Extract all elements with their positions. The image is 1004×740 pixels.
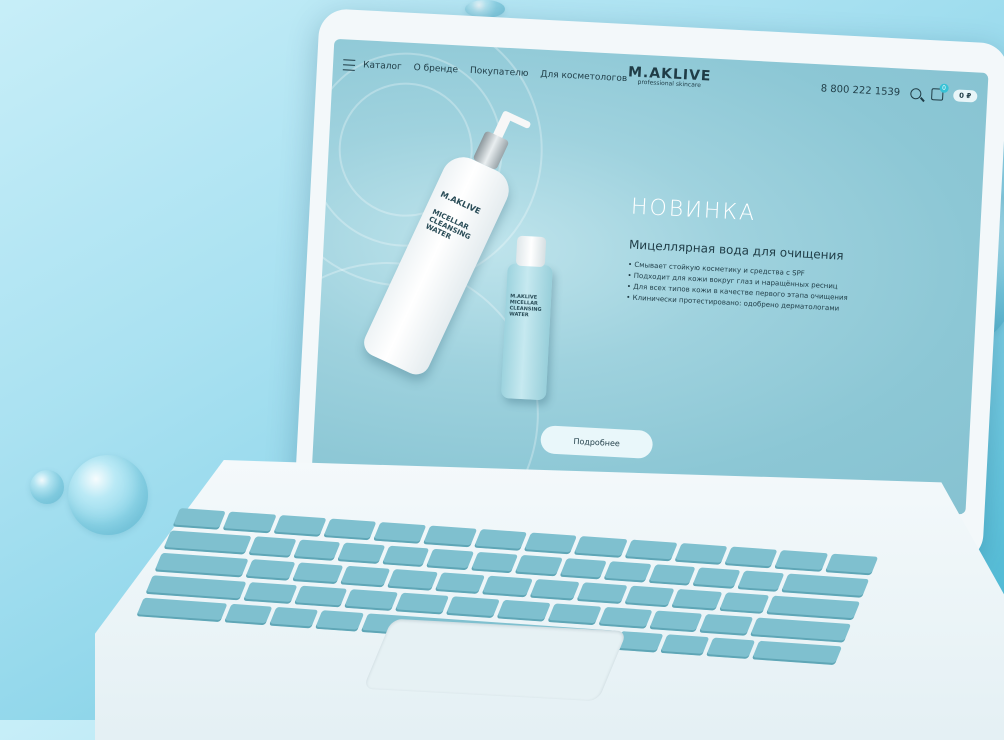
keyboard-key: [597, 606, 653, 629]
keyboard-key: [381, 545, 430, 568]
keyboard-key: [339, 565, 391, 588]
promo-features: Смывает стойкую косметику и средства с S…: [626, 259, 849, 315]
keyboard-key: [222, 511, 277, 534]
keyboard-key: [337, 542, 385, 564]
promo-badge: НОВИНКА: [630, 194, 757, 227]
keyboard-key: [751, 640, 843, 666]
keyboard-key: [824, 553, 879, 576]
keyboard-key: [699, 614, 754, 636]
keyboard-key: [145, 575, 247, 601]
keyboard-key: [473, 529, 528, 551]
bubble: [30, 470, 64, 504]
cart-total[interactable]: 0 ₽: [952, 89, 978, 103]
keyboard-key: [736, 570, 785, 592]
product-bottle-small: M.AKLIVE MICELLAR CLEANSING WATER: [500, 235, 553, 401]
promo-title: Мицеллярная вода для очищения: [628, 237, 844, 263]
keyboard-key: [671, 588, 723, 611]
keyboard-key: [623, 539, 678, 562]
keyboard-key: [272, 515, 327, 537]
keyboard-key: [648, 610, 703, 633]
menu-icon[interactable]: [342, 58, 356, 71]
laptop-trackpad: [362, 618, 628, 702]
keyboard-key: [293, 585, 348, 608]
keyboard-key: [269, 606, 319, 629]
keyboard-key: [514, 554, 563, 577]
keyboard-key: [496, 599, 551, 622]
nav-item-cosmetologists[interactable]: Для косметологов: [540, 70, 627, 85]
cart-count-badge: 0: [939, 83, 949, 93]
keyboard-key: [423, 525, 477, 548]
keyboard-key: [292, 562, 344, 585]
keyboard-key: [470, 551, 519, 574]
keyboard-key: [136, 597, 228, 623]
cart-icon[interactable]: 0: [930, 83, 949, 101]
keyboard-key: [659, 634, 710, 656]
keyboard-key: [718, 592, 770, 614]
keyboard-key: [692, 567, 741, 589]
bottle-small-line2: CLEANSING WATER: [509, 305, 542, 319]
keyboard-key: [481, 575, 533, 598]
phone-number[interactable]: 8 800 222 1539: [820, 83, 900, 98]
keyboard-key: [603, 561, 652, 583]
keyboard-key: [373, 522, 427, 544]
bottle-cap: [515, 235, 547, 268]
keyboard-key: [242, 582, 298, 604]
bottle-small-label: M.AKLIVE MICELLAR CLEANSING WATER: [509, 293, 551, 319]
keyboard-key: [558, 558, 607, 580]
keyboard-key: [425, 548, 474, 571]
header-actions: 8 800 222 1539 0 0 ₽: [820, 82, 978, 103]
keyboard-key: [344, 589, 399, 611]
keyboard-key: [724, 546, 778, 569]
search-icon[interactable]: [909, 87, 922, 100]
keyboard-key: [765, 595, 861, 621]
nav-item-customers[interactable]: Покупателю: [470, 66, 529, 79]
keyboard-key: [322, 518, 377, 541]
keyboard-key: [223, 603, 273, 626]
bubble: [68, 455, 148, 535]
keyboard-key: [547, 603, 602, 626]
keyboard-key: [774, 550, 829, 572]
keyboard-key: [387, 569, 439, 591]
keyboard-key: [445, 596, 500, 619]
brand-logo[interactable]: M.AKLIVE professional skincare: [627, 64, 712, 89]
keyboard-key: [248, 536, 297, 558]
bottle-product-name: MICELLAR CLEANSING WATER: [424, 208, 490, 256]
keyboard-key: [434, 572, 486, 594]
keyboard-key: [154, 552, 249, 578]
keyboard-key: [750, 617, 852, 643]
keyboard-key: [576, 582, 628, 604]
keyboard-key: [395, 592, 450, 615]
keyboard-key: [529, 579, 581, 601]
keyboard-key: [573, 536, 628, 558]
nav-item-catalog[interactable]: Каталог: [363, 60, 402, 72]
laptop-screen: Каталог О бренде Покупателю Для косметол…: [311, 38, 989, 515]
keyboard-key: [172, 508, 227, 530]
keyboard-key: [523, 532, 578, 555]
hero-promo: НОВИНКА Мицеллярная вода для очищения См…: [626, 195, 853, 315]
nav-item-about-brand[interactable]: О бренде: [413, 63, 458, 75]
keyboard-key: [163, 530, 252, 555]
keyboard-key: [623, 585, 675, 608]
keyboard-key: [292, 539, 341, 561]
keyboard-key: [647, 564, 696, 586]
keyboard-key: [705, 637, 755, 659]
keyboard-key: [245, 559, 296, 581]
keyboard-key: [780, 573, 870, 598]
keyboard-key: [314, 610, 364, 632]
more-details-button[interactable]: Подробнее: [540, 425, 654, 459]
keyboard-key: [674, 543, 728, 565]
